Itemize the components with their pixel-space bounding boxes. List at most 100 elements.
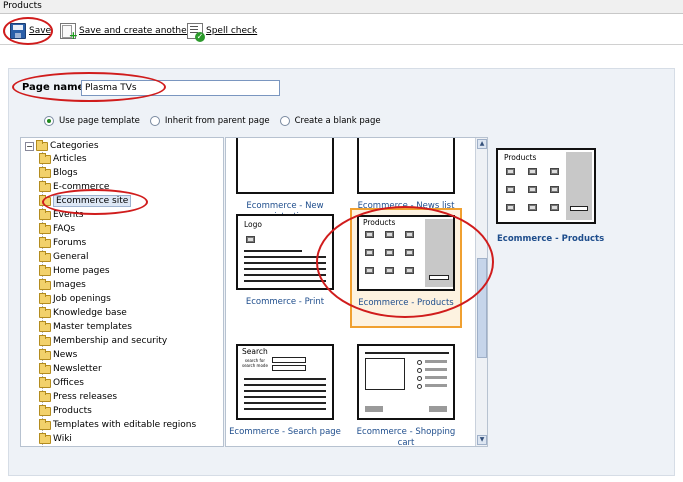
annotation-ellipse-ecommerce-site bbox=[42, 189, 148, 215]
template-thumbnail: Search search for search mode bbox=[236, 344, 334, 420]
tree-item-label: Articles bbox=[53, 154, 87, 164]
tree-item-label: Membership and security bbox=[53, 336, 168, 346]
scroll-down-icon[interactable]: ▼ bbox=[477, 435, 487, 445]
template-new-registration[interactable]: Ecommerce - New registration bbox=[229, 138, 341, 223]
spell-check-button[interactable]: Spell check bbox=[187, 22, 258, 42]
tree-item-blogs[interactable]: Blogs bbox=[39, 166, 78, 179]
tree-item-templates-with-editable-regions[interactable]: Templates with editable regions bbox=[39, 418, 197, 431]
annotation-ellipse-save bbox=[3, 17, 53, 45]
tree-item-news[interactable]: News bbox=[39, 348, 78, 361]
folder-icon bbox=[39, 152, 51, 164]
template-options: Use page template Inherit from parent pa… bbox=[44, 116, 381, 126]
tree-item-label: News bbox=[53, 350, 78, 360]
template-name: Ecommerce - Print bbox=[245, 297, 325, 307]
tree-item-products[interactable]: Products bbox=[39, 404, 92, 417]
tree-item-label: General bbox=[53, 252, 89, 262]
tree-item-label: Templates with editable regions bbox=[53, 420, 197, 430]
tree-root[interactable]: − Categories bbox=[25, 139, 99, 151]
tree-item-label: Offices bbox=[53, 378, 84, 388]
tree-item-job-openings[interactable]: Job openings bbox=[39, 292, 111, 305]
save-and-create-another-button[interactable]: Save and create another bbox=[60, 22, 191, 42]
template-news-list[interactable]: Ecommerce - News list bbox=[350, 138, 462, 212]
tree-item-newsletter[interactable]: Newsletter bbox=[39, 362, 102, 375]
folder-icon bbox=[39, 320, 51, 332]
tree-item-offices[interactable]: Offices bbox=[39, 376, 84, 389]
scroll-up-icon[interactable]: ▲ bbox=[477, 139, 487, 149]
collapse-icon[interactable]: − bbox=[25, 141, 34, 151]
folder-icon bbox=[39, 348, 51, 360]
radio-selected-icon bbox=[44, 116, 54, 126]
folder-icon bbox=[39, 362, 51, 374]
template-preview: Products bbox=[496, 148, 596, 224]
toolbar: Save Save and create another Spell check bbox=[0, 15, 683, 45]
folder-icon bbox=[39, 418, 51, 430]
category-tree: − Categories Articles Blogs E-commerce E… bbox=[20, 137, 224, 447]
annotation-ellipse-page-name bbox=[12, 72, 166, 102]
tree-root-label: Categories bbox=[50, 141, 99, 151]
tree-item-label: FAQs bbox=[53, 224, 76, 234]
create-blank-page-radio[interactable]: Create a blank page bbox=[279, 116, 381, 126]
folder-icon bbox=[39, 250, 51, 262]
thumb-subtitle: search for search mode bbox=[242, 358, 268, 368]
template-name: Ecommerce - Shopping cart bbox=[356, 427, 456, 447]
tree-item-label: Knowledge base bbox=[53, 308, 127, 318]
use-page-template-radio[interactable]: Use page template bbox=[44, 116, 140, 126]
tree-item-label: Images bbox=[53, 280, 86, 290]
folder-icon bbox=[39, 404, 51, 416]
save-add-icon bbox=[60, 23, 78, 42]
radio-label: Use page template bbox=[59, 116, 140, 126]
folder-icon bbox=[39, 432, 51, 444]
preview-caption: Ecommerce - Products bbox=[497, 234, 605, 244]
template-thumbnail bbox=[357, 344, 455, 420]
radio-label: Create a blank page bbox=[294, 116, 381, 126]
inherit-from-parent-radio[interactable]: Inherit from parent page bbox=[149, 116, 270, 126]
tree-item-faqs[interactable]: FAQs bbox=[39, 222, 76, 235]
tree-item-images[interactable]: Images bbox=[39, 278, 86, 291]
folder-icon bbox=[39, 390, 51, 402]
folder-icon bbox=[39, 278, 51, 290]
folder-icon bbox=[39, 306, 51, 318]
radio-icon bbox=[149, 116, 160, 126]
tree-item-label: Job openings bbox=[53, 294, 111, 304]
folder-icon bbox=[39, 376, 51, 388]
tree-item-label: Home pages bbox=[53, 266, 110, 276]
template-thumbnail bbox=[357, 138, 455, 194]
folder-icon bbox=[39, 292, 51, 304]
template-shopping-cart[interactable]: Ecommerce - Shopping cart bbox=[350, 344, 462, 447]
tree-item-label: Products bbox=[53, 406, 92, 416]
tree-item-label: Forums bbox=[53, 238, 87, 248]
tree-item-press-releases[interactable]: Press releases bbox=[39, 390, 118, 403]
template-name: Ecommerce - Search page bbox=[229, 427, 341, 437]
thumb-title: Search bbox=[242, 347, 268, 356]
tree-item-knowledge-base[interactable]: Knowledge base bbox=[39, 306, 127, 319]
tree-item-label: Newsletter bbox=[53, 364, 102, 374]
tree-item-label: Master templates bbox=[53, 322, 132, 332]
spell-check-label: Spell check bbox=[206, 26, 258, 36]
tree-item-home-pages[interactable]: Home pages bbox=[39, 264, 110, 277]
template-thumbnail bbox=[236, 138, 334, 194]
folder-icon bbox=[39, 208, 51, 220]
folder-icon bbox=[39, 236, 51, 248]
tree-item-general[interactable]: General bbox=[39, 250, 89, 263]
tree-item-wiki[interactable]: Wiki bbox=[39, 432, 72, 445]
folder-icon bbox=[39, 264, 51, 276]
tree-item-label: Press releases bbox=[53, 392, 118, 402]
folder-icon bbox=[39, 222, 51, 234]
spell-check-icon bbox=[187, 23, 205, 42]
tree-item-membership-and-security[interactable]: Membership and security bbox=[39, 334, 168, 347]
tree-item-label: Wiki bbox=[53, 434, 72, 444]
tree-item-label: Blogs bbox=[53, 168, 78, 178]
tree-item-articles[interactable]: Articles bbox=[39, 152, 87, 165]
folder-icon bbox=[36, 139, 48, 151]
save-and-create-another-label: Save and create another bbox=[79, 26, 191, 36]
thumb-title: Logo bbox=[244, 220, 262, 229]
tree-item-master-templates[interactable]: Master templates bbox=[39, 320, 132, 333]
folder-icon bbox=[39, 166, 51, 178]
annotation-ellipse-products-template bbox=[316, 206, 494, 318]
window-title: Products bbox=[0, 0, 683, 14]
template-search-page[interactable]: Search search for search mode Ecommerce … bbox=[229, 344, 341, 438]
tree-item-forums[interactable]: Forums bbox=[39, 236, 87, 249]
radio-icon bbox=[279, 116, 290, 126]
radio-label: Inherit from parent page bbox=[164, 116, 270, 126]
folder-icon bbox=[39, 180, 51, 192]
